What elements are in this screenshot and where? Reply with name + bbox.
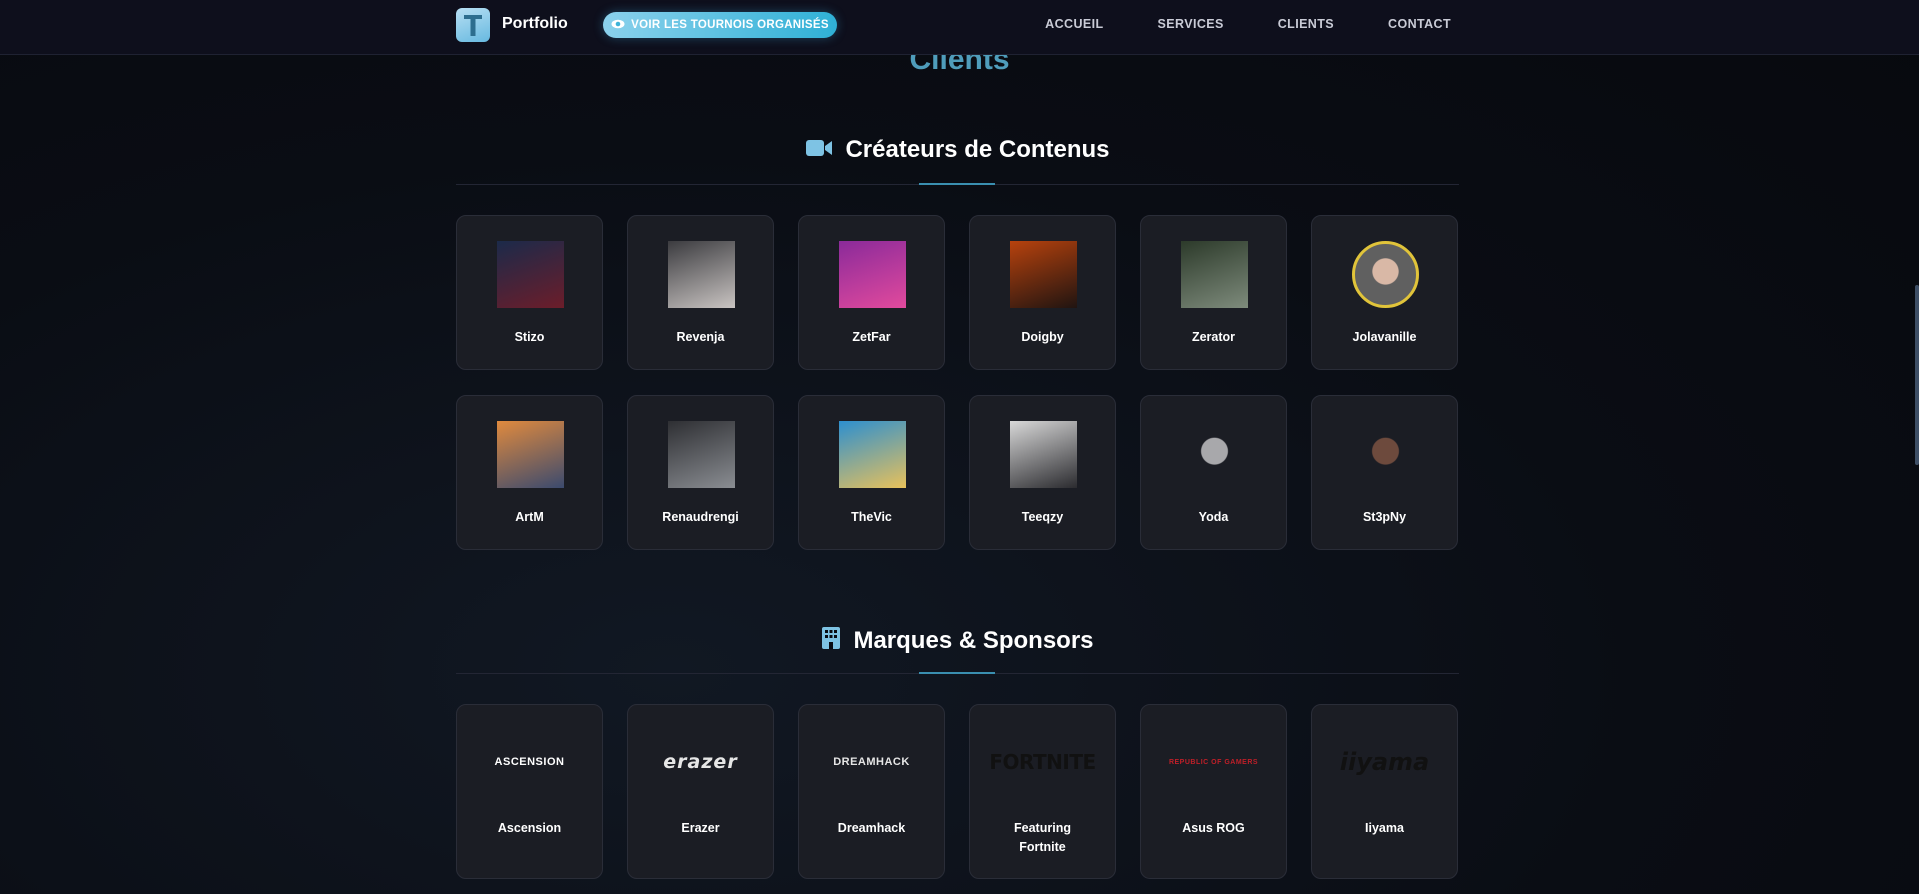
main-menu: ACCUEIL SERVICES CLIENTS CONTACT (1045, 17, 1451, 31)
creator-card[interactable]: Doigby (969, 215, 1116, 370)
brands-section-title: Marques & Sponsors (853, 626, 1094, 654)
brands-grid: ASCENSION Ascension erazer Erazer DREAMHACK D… (456, 704, 1459, 879)
brand-logo: DREAMHACK (809, 747, 934, 777)
creator-name: Yoda (1198, 510, 1229, 524)
brand-name[interactable]: Portfolio (502, 15, 568, 33)
page-scrollbar[interactable] (1915, 285, 1919, 465)
brand-card[interactable]: erazer Erazer (627, 704, 774, 879)
brand-logo-text: DREAMHACK (833, 756, 910, 768)
brand-logo: erazer (638, 747, 763, 777)
creators-section-title: Créateurs de Contenus (845, 136, 1110, 163)
brand-card[interactable]: REPUBLIC OF GAMERS Asus ROG (1140, 704, 1287, 879)
creator-name: TheVic (851, 510, 892, 524)
creator-avatar (497, 241, 564, 308)
creator-avatar (839, 241, 906, 308)
top-navbar: Portfolio VOIR LES TOURNOIS ORGANISÉS AC… (0, 0, 1919, 55)
creator-card[interactable]: Yoda (1140, 395, 1287, 550)
creator-card[interactable]: Renaudrengi (627, 395, 774, 550)
brand-name: Asus ROG (1182, 821, 1245, 835)
creator-name: ArtM (515, 510, 544, 524)
creator-card[interactable]: ZetFar (798, 215, 945, 370)
site-logo-icon[interactable] (456, 8, 490, 42)
brand-logo-text: FORTNITE (989, 750, 1096, 774)
brand-logo: REPUBLIC OF GAMERS (1151, 747, 1276, 777)
creator-name: Renaudrengi (662, 510, 739, 524)
brand-name: Erazer (681, 821, 720, 835)
brand-card[interactable]: ASCENSION Ascension (456, 704, 603, 879)
creator-avatar (668, 421, 735, 488)
brand-name: Iiyama (1365, 821, 1404, 835)
creator-avatar (1181, 241, 1248, 308)
creator-name: Doigby (1021, 330, 1064, 344)
creator-card[interactable]: Jolavanille (1311, 215, 1458, 370)
brands-section-header: Marques & Sponsors (456, 626, 1459, 655)
menu-item-contact[interactable]: CONTACT (1388, 17, 1451, 31)
view-tournaments-button[interactable]: VOIR LES TOURNOIS ORGANISÉS (603, 12, 837, 38)
brand-logo-text: erazer (663, 751, 738, 773)
creator-card[interactable]: ArtM (456, 395, 603, 550)
creator-card[interactable]: Revenja (627, 215, 774, 370)
creators-section-header: Créateurs de Contenus (456, 136, 1459, 164)
brand-name: Dreamhack (837, 821, 906, 835)
brand-logo: ASCENSION (467, 747, 592, 777)
brands-divider (456, 672, 1459, 674)
creator-card[interactable]: Teeqzy (969, 395, 1116, 550)
creator-card[interactable]: TheVic (798, 395, 945, 550)
creator-avatar (1010, 241, 1077, 308)
eye-icon (611, 19, 625, 32)
creator-avatar (497, 421, 564, 488)
brand-name: Featuring Fortnite (1014, 821, 1071, 854)
brand-name: Ascension (497, 821, 562, 835)
brand-card[interactable]: DREAMHACK Dreamhack (798, 704, 945, 879)
creator-name: St3pNy (1362, 510, 1407, 524)
creator-avatar (839, 421, 906, 488)
brand-logo-text: iiyama (1339, 748, 1430, 776)
creator-avatar (1352, 241, 1419, 308)
creator-avatar (1181, 421, 1248, 488)
brand-logo-text: ASCENSION (494, 756, 565, 768)
creator-card[interactable]: Zerator (1140, 215, 1287, 370)
brand-card[interactable]: FORTNITE Featuring Fortnite (969, 704, 1116, 879)
creator-name: Teeqzy (1021, 510, 1064, 524)
brand-logo: FORTNITE (980, 747, 1105, 777)
creator-name: Jolavanille (1352, 330, 1417, 344)
creator-name: Stizo (514, 330, 545, 344)
menu-item-accueil[interactable]: ACCUEIL (1045, 17, 1103, 31)
video-camera-icon (805, 138, 833, 163)
brand-card[interactable]: iiyama Iiyama (1311, 704, 1458, 879)
creator-avatar (1352, 421, 1419, 488)
brand-logo-text: REPUBLIC OF GAMERS (1168, 758, 1259, 766)
menu-item-clients[interactable]: CLIENTS (1278, 17, 1334, 31)
creator-card[interactable]: Stizo (456, 215, 603, 370)
menu-item-services[interactable]: SERVICES (1158, 17, 1224, 31)
creator-name: ZetFar (852, 330, 891, 344)
creator-avatar (668, 241, 735, 308)
building-icon (821, 626, 841, 655)
brand-logo: iiyama (1322, 747, 1447, 777)
creators-divider (456, 183, 1459, 185)
creator-avatar (1010, 421, 1077, 488)
creator-card[interactable]: St3pNy (1311, 395, 1458, 550)
view-tournaments-label: VOIR LES TOURNOIS ORGANISÉS (631, 19, 829, 31)
creator-name: Revenja (676, 330, 725, 344)
creators-grid: Stizo Revenja ZetFar Doigby Zerator Jolavanil… (456, 215, 1459, 550)
creator-name: Zerator (1191, 330, 1236, 344)
